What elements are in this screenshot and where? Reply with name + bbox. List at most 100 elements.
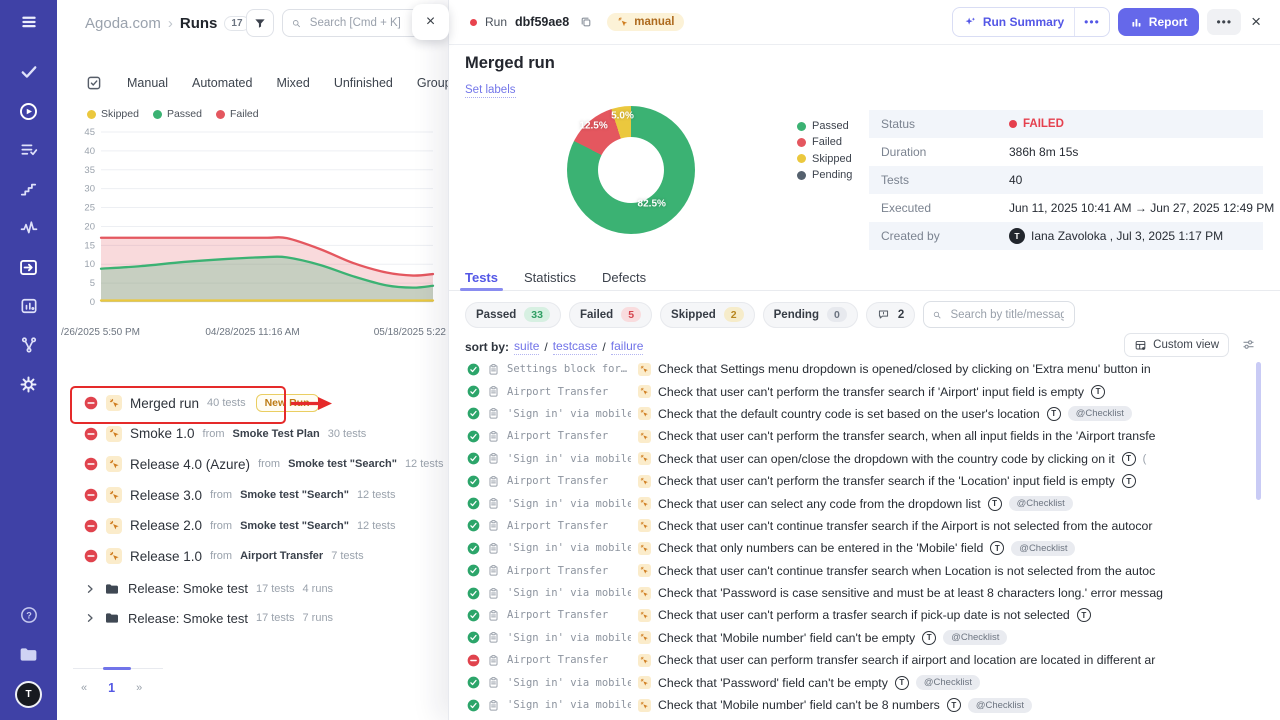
test-row[interactable]: 'Sign in' via mobile Check that 'Mobile n… bbox=[449, 694, 1280, 716]
detail-tab-statistics[interactable]: Statistics bbox=[524, 264, 576, 290]
failed-icon bbox=[84, 427, 98, 441]
sort-link-suite[interactable]: suite bbox=[514, 339, 539, 355]
test-title: Check that user can perform transfer sea… bbox=[658, 653, 1155, 667]
testcase-icon bbox=[487, 385, 500, 398]
chip-failed[interactable]: Failed5 bbox=[569, 302, 652, 328]
checklist-badge: @Checklist bbox=[1009, 496, 1073, 511]
test-title: Check that 'Mobile number' field can't b… bbox=[658, 698, 940, 712]
run-folder-row[interactable]: Release: Smoke test17 tests4 runs bbox=[57, 574, 448, 604]
test-title: Check that the default country code is s… bbox=[658, 407, 1040, 421]
test-title: Check that 'Password is case sensitive a… bbox=[658, 586, 1163, 600]
donut-legend-skipped: Skipped bbox=[797, 151, 852, 167]
test-row[interactable]: 'Sign in' via mobileCheck that 'Password… bbox=[449, 671, 1280, 693]
activity-icon[interactable] bbox=[17, 216, 41, 240]
page-first-button[interactable]: « bbox=[81, 682, 87, 694]
more-options-button[interactable]: ••• bbox=[1207, 9, 1241, 35]
page-current[interactable]: 1 bbox=[108, 681, 115, 695]
scrollbar[interactable] bbox=[1256, 362, 1261, 500]
check-icon[interactable] bbox=[17, 60, 41, 84]
test-row[interactable]: 'Sign in' via mobileCheck that user can … bbox=[449, 448, 1280, 470]
comments-chip[interactable]: 2 bbox=[866, 302, 915, 328]
run-folders: Release: Smoke test17 tests4 runsRelease… bbox=[57, 574, 448, 633]
chip-passed[interactable]: Passed33 bbox=[465, 302, 561, 328]
test-row[interactable]: Airport TransferCheck that user can't pe… bbox=[449, 470, 1280, 492]
projects-folder-icon[interactable] bbox=[17, 642, 41, 666]
run-row[interactable]: Smoke 1.0fromSmoke Test Plan30 tests bbox=[57, 419, 448, 450]
settings-gear-icon[interactable] bbox=[17, 372, 41, 396]
runs-filter-tab-manual[interactable]: Manual bbox=[127, 76, 168, 90]
pagination-active-indicator bbox=[103, 667, 131, 670]
pagination: « 1 » bbox=[81, 681, 142, 695]
menu-icon[interactable] bbox=[17, 10, 41, 34]
chip-pending[interactable]: Pending0 bbox=[763, 302, 858, 328]
sign-in-icon[interactable] bbox=[17, 255, 41, 279]
run-row[interactable]: Release 3.0fromSmoke test "Search"12 tes… bbox=[57, 480, 448, 511]
run-row[interactable]: Release 1.0fromAirport Transfer7 tests bbox=[57, 541, 448, 572]
svg-text:25: 25 bbox=[84, 203, 95, 214]
close-detail-button[interactable]: × bbox=[1249, 12, 1263, 32]
list-check-icon[interactable] bbox=[17, 138, 41, 162]
sort-link-testcase[interactable]: testcase bbox=[553, 339, 598, 355]
run-summary-more-button[interactable]: ••• bbox=[1074, 8, 1109, 36]
test-row[interactable]: Airport TransferCheck that user can't co… bbox=[449, 515, 1280, 537]
testcase-icon bbox=[487, 475, 500, 488]
runs-search-input[interactable] bbox=[308, 16, 413, 30]
run-summary-button[interactable]: Run Summary bbox=[953, 8, 1074, 36]
page-last-button[interactable]: » bbox=[136, 682, 142, 694]
run-folder-row[interactable]: Release: Smoke test17 tests7 runs bbox=[57, 604, 448, 634]
folder-runs-count: 4 runs bbox=[302, 583, 333, 595]
filter-button[interactable] bbox=[246, 9, 274, 37]
runs-filter-tab-automated[interactable]: Automated bbox=[192, 76, 252, 90]
custom-view-button[interactable]: Custom view bbox=[1124, 333, 1229, 357]
run-row[interactable]: Release 4.0 (Azure)fromSmoke test "Searc… bbox=[57, 449, 448, 480]
test-row[interactable]: 'Sign in' via mobileCheck that the defau… bbox=[449, 403, 1280, 425]
folder-name: Release: Smoke test bbox=[128, 581, 248, 596]
info-label: Duration bbox=[881, 145, 1009, 159]
test-row[interactable]: Airport TransferCheck that user can perf… bbox=[449, 649, 1280, 671]
test-row[interactable]: Settings block for…Check that Settings m… bbox=[449, 358, 1280, 380]
sort-link-failure[interactable]: failure bbox=[611, 339, 644, 355]
run-row[interactable]: Release 2.0fromSmoke test "Search"12 tes… bbox=[57, 510, 448, 541]
chevron-right-icon[interactable] bbox=[84, 583, 96, 595]
test-row[interactable]: Airport TransferCheck that user can't pe… bbox=[449, 425, 1280, 447]
help-icon[interactable]: ? bbox=[17, 603, 41, 627]
chip-skipped[interactable]: Skipped2 bbox=[660, 302, 755, 328]
copy-icon[interactable] bbox=[577, 13, 595, 31]
steps-icon[interactable] bbox=[17, 177, 41, 201]
test-row[interactable]: Airport TransferCheck that user can't pe… bbox=[449, 380, 1280, 402]
test-row[interactable]: Airport TransferCheck that user can't co… bbox=[449, 560, 1280, 582]
run-row[interactable]: Merged run40 testsNew Run bbox=[57, 388, 448, 419]
branch-icon[interactable] bbox=[17, 333, 41, 357]
manual-icon bbox=[638, 609, 651, 622]
panel-close-button[interactable]: × bbox=[412, 4, 449, 40]
detail-tab-defects[interactable]: Defects bbox=[602, 264, 646, 290]
test-row[interactable]: 'Sign in' via mobileCheck that only numb… bbox=[449, 537, 1280, 559]
svg-text:5: 5 bbox=[90, 278, 95, 289]
user-avatar[interactable]: T bbox=[15, 681, 42, 708]
assignee-avatar: T bbox=[1122, 474, 1136, 488]
select-all-icon[interactable] bbox=[85, 74, 103, 92]
test-row[interactable]: 'Sign in' via mobileCheck that 'Password… bbox=[449, 582, 1280, 604]
test-row[interactable]: 'Sign in' via mobileCheck that 'Mobile n… bbox=[449, 627, 1280, 649]
table-view-icon bbox=[1134, 339, 1147, 352]
manual-icon bbox=[638, 564, 651, 577]
runs-filter-tab-unfinished[interactable]: Unfinished bbox=[334, 76, 393, 90]
donut-legend-pending: Pending bbox=[797, 167, 852, 183]
view-settings-icon[interactable] bbox=[1241, 337, 1256, 352]
checklist-badge: @Checklist bbox=[943, 630, 1007, 645]
breadcrumb-project[interactable]: Agoda.com bbox=[85, 15, 161, 32]
detail-tab-tests[interactable]: Tests bbox=[465, 264, 498, 290]
test-row[interactable]: Airport TransferCheck that user can't pe… bbox=[449, 604, 1280, 626]
manual-icon bbox=[638, 385, 651, 398]
test-suite: 'Sign in' via mobile bbox=[507, 699, 631, 711]
report-button[interactable]: Report bbox=[1118, 8, 1200, 36]
tests-search-input[interactable] bbox=[948, 308, 1066, 322]
runs-filter-tab-mixed[interactable]: Mixed bbox=[276, 76, 309, 90]
testcase-icon bbox=[487, 564, 500, 577]
test-row[interactable]: 'Sign in' via mobileCheck that user can … bbox=[449, 492, 1280, 514]
play-circle-icon[interactable] bbox=[17, 99, 41, 123]
set-labels-link[interactable]: Set labels bbox=[465, 84, 516, 98]
bar-chart-icon[interactable] bbox=[17, 294, 41, 318]
chevron-right-icon[interactable] bbox=[84, 612, 96, 624]
run-tests-count: 12 tests bbox=[357, 520, 396, 532]
